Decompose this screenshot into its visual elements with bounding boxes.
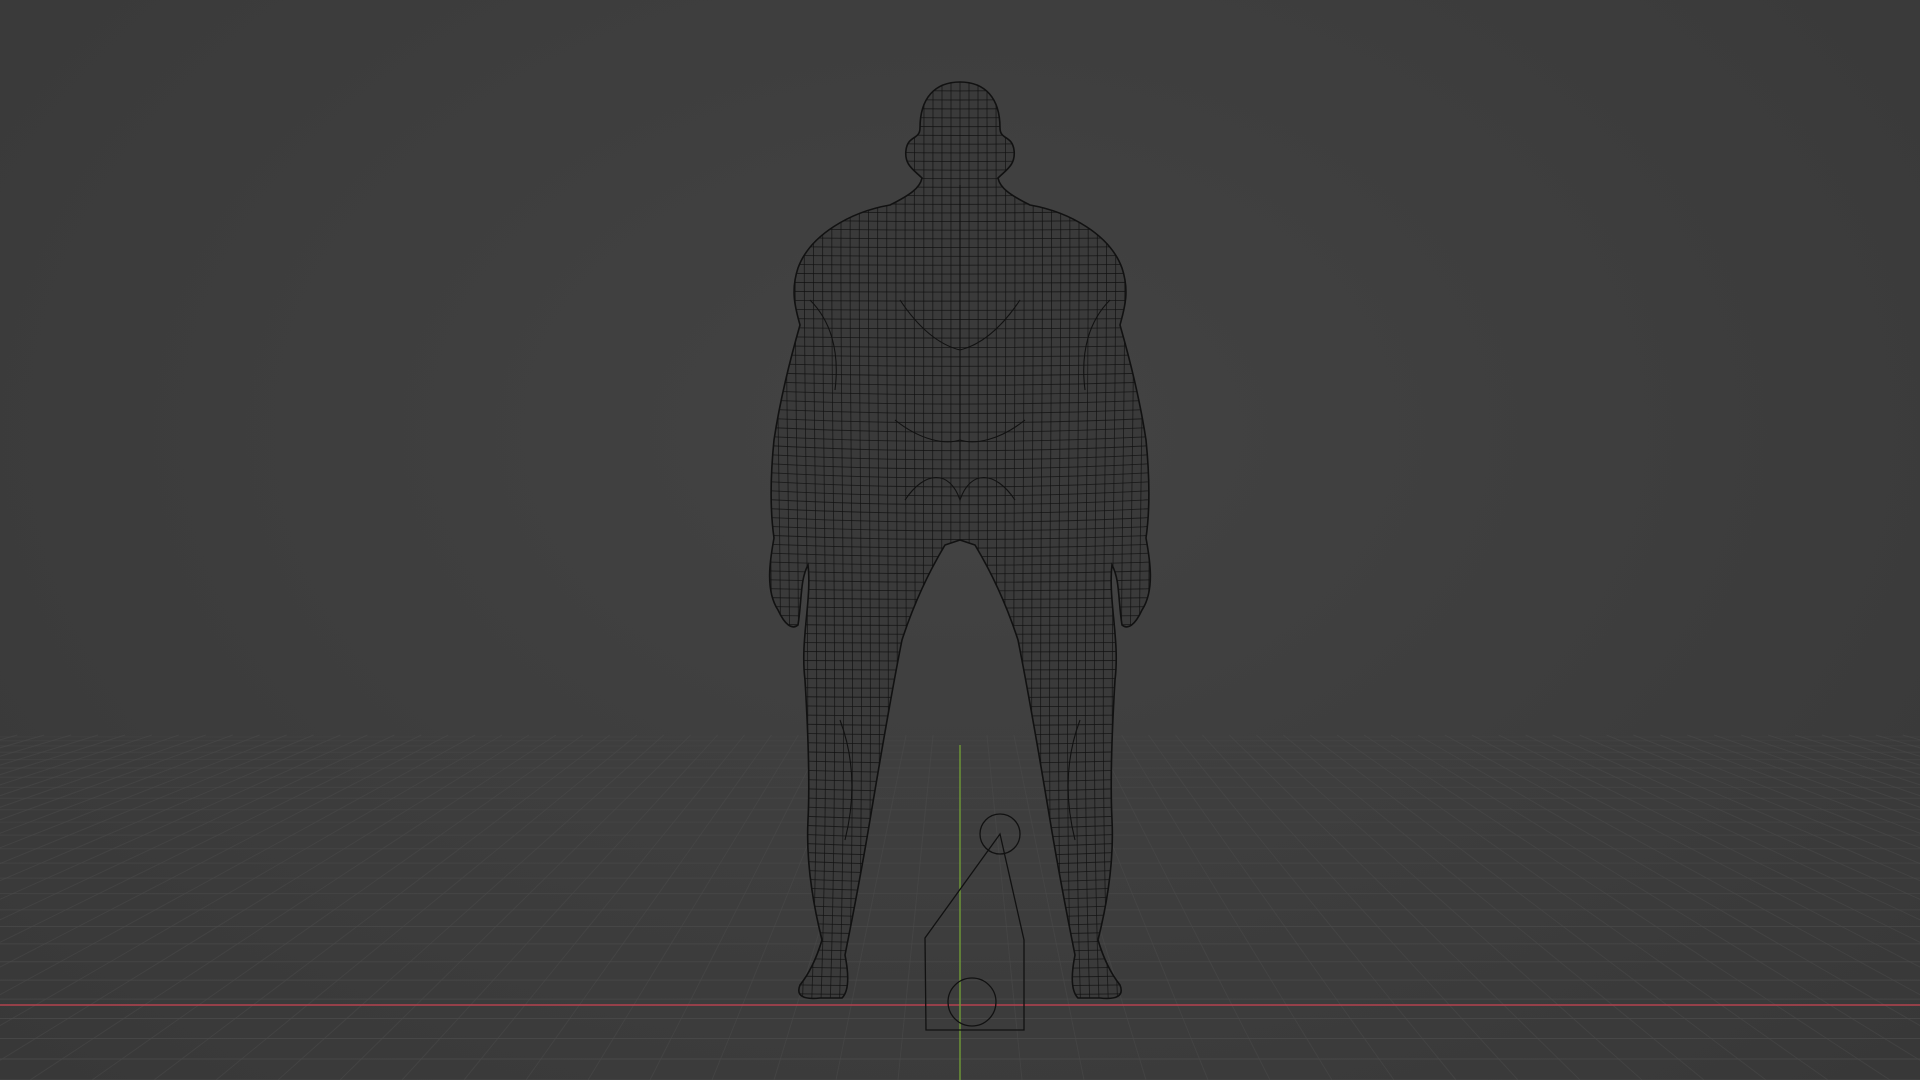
grid-line <box>153 734 611 1080</box>
grid-line <box>1687 734 1920 821</box>
grid-line <box>1282 734 1705 1080</box>
grid-line <box>649 734 826 1080</box>
grid-line <box>0 734 153 786</box>
grid-line <box>1821 734 1920 766</box>
grid-line <box>1848 734 1920 757</box>
grid-line <box>1255 734 1643 1080</box>
grid-line <box>1606 734 1920 865</box>
grid-line <box>525 734 772 1080</box>
grid-line <box>463 734 745 1080</box>
grid-line <box>897 734 934 1080</box>
grid-line <box>0 734 45 749</box>
armature-gizmo[interactable] <box>924 813 1025 1031</box>
grid-line <box>277 734 665 1080</box>
grid-line <box>29 734 557 1080</box>
grid-line <box>1228 734 1581 1080</box>
grid-line <box>0 734 287 849</box>
grid-line <box>0 734 99 766</box>
grid-line <box>1794 734 1920 776</box>
grid-line <box>215 734 638 1080</box>
3d-viewport[interactable] <box>0 0 1920 1080</box>
grid-line <box>587 734 799 1080</box>
grid-line <box>0 734 18 741</box>
grid-line <box>401 734 718 1080</box>
grid-line <box>339 734 692 1080</box>
grid-line <box>1336 734 1829 1080</box>
grid-line <box>1633 734 1920 849</box>
grid-line <box>1552 734 1920 900</box>
grid-line <box>0 734 72 757</box>
grid-line <box>1713 734 1920 808</box>
grid-line <box>0 734 368 900</box>
grid-line <box>0 734 341 882</box>
grid-line <box>1202 734 1519 1080</box>
grid-line <box>0 734 126 776</box>
grid-line <box>0 734 207 808</box>
grid-line <box>1902 734 1920 741</box>
grid-line <box>1309 734 1767 1080</box>
grid-line <box>1121 734 1333 1080</box>
grid-line <box>1875 734 1920 749</box>
grid-line <box>0 734 422 943</box>
grid-line <box>0 734 233 821</box>
grid-line <box>1094 734 1271 1080</box>
viewport-canvas[interactable] <box>0 0 1920 1080</box>
grid-line <box>1498 734 1920 943</box>
grid-line <box>1363 734 1891 1080</box>
grid-line <box>1175 734 1457 1080</box>
grid-line <box>0 734 314 865</box>
grid-line <box>1579 734 1920 882</box>
grid-line <box>1148 734 1395 1080</box>
grid-line <box>91 734 584 1080</box>
grid-line <box>1767 734 1920 786</box>
